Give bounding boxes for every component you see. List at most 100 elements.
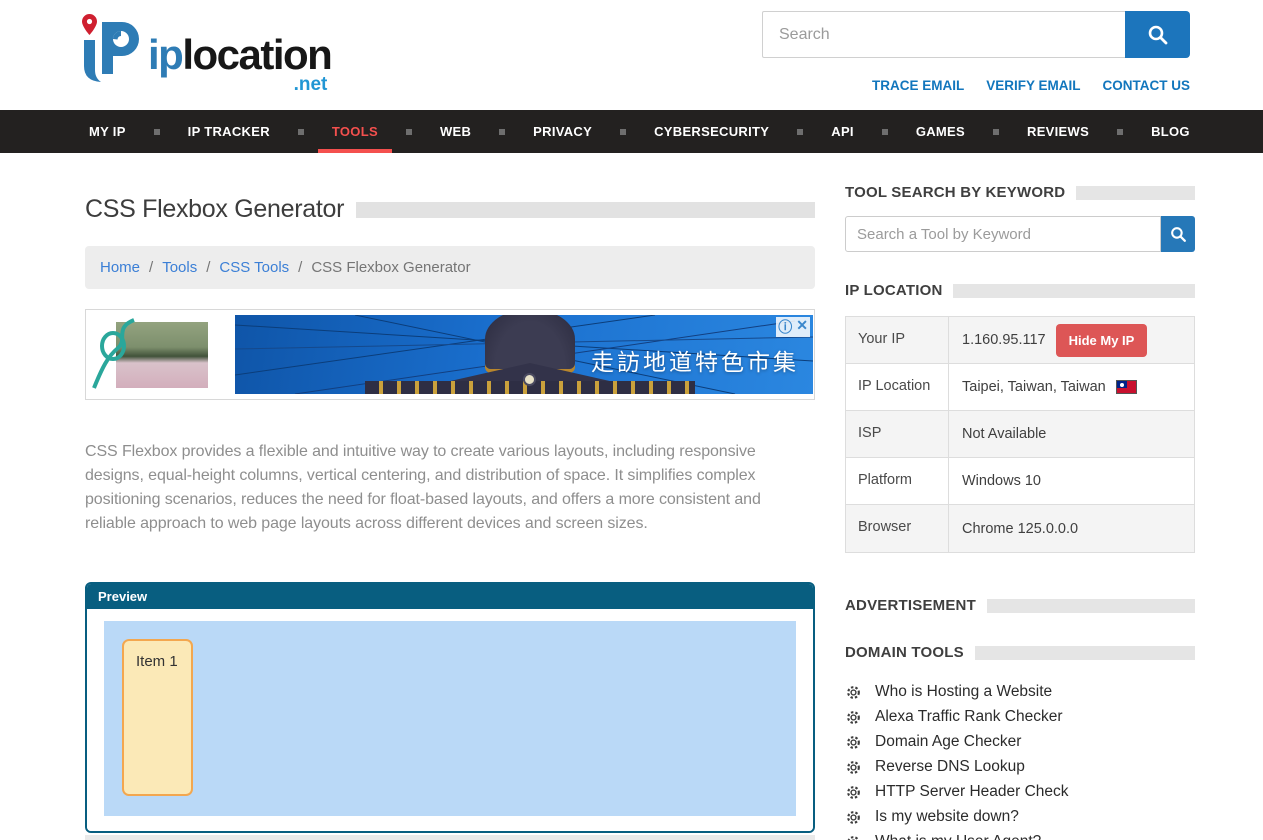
main-content: CSS Flexbox Generator Home / Tools / CSS…	[85, 153, 815, 840]
who-is-hosting-link[interactable]: Who is Hosting a Website	[875, 683, 1052, 701]
gear-icon	[845, 784, 862, 801]
list-item[interactable]: Is my website down?	[845, 808, 1195, 826]
ip-location-heading: IP LOCATION	[845, 282, 1195, 299]
nav-item-my-ip[interactable]: MY IP	[85, 110, 130, 153]
contact-us-link[interactable]: CONTACT US	[1103, 78, 1191, 93]
nav-separator	[406, 129, 412, 135]
table-row: IP Location Taipei, Taiwan, Taiwan	[846, 364, 1194, 411]
breadcrumb: Home / Tools / CSS Tools / CSS Flexbox G…	[85, 246, 815, 289]
breadcrumb-tools-link[interactable]: Tools	[162, 259, 197, 276]
breadcrumb-home-link[interactable]: Home	[100, 259, 140, 276]
preview-panel-body: Item 1	[87, 609, 813, 831]
trace-email-link[interactable]: TRACE EMAIL	[872, 78, 964, 93]
nav-separator	[1117, 129, 1123, 135]
gear-icon	[845, 709, 862, 726]
logo-wordmark: iplocation	[148, 34, 331, 76]
gear-icon	[845, 834, 862, 840]
nav-item-reviews[interactable]: REVIEWS	[1023, 110, 1093, 153]
search-icon	[1169, 225, 1188, 244]
ad-banner[interactable]: 走訪地道特色市集 ⓘ ✕	[85, 309, 815, 400]
ad-info-icon[interactable]: ⓘ	[778, 317, 792, 337]
preview-panel-header: Preview	[87, 584, 813, 609]
taiwan-flag-icon	[1116, 380, 1137, 394]
ad-close-icon[interactable]: ✕	[796, 317, 808, 337]
nav-item-tools[interactable]: TOOLS	[328, 110, 382, 153]
site-search-button[interactable]	[1125, 11, 1190, 58]
nav-separator	[499, 129, 505, 135]
http-header-link[interactable]: HTTP Server Header Check	[875, 783, 1069, 801]
user-agent-link[interactable]: What is my User Agent?	[875, 833, 1041, 840]
domain-age-link[interactable]: Domain Age Checker	[875, 733, 1021, 751]
tool-description: CSS Flexbox provides a flexible and intu…	[85, 440, 795, 536]
platform-value: Windows 10	[962, 473, 1041, 489]
heading-decoration-bar	[987, 599, 1195, 613]
gear-icon	[845, 684, 862, 701]
reverse-dns-link[interactable]: Reverse DNS Lookup	[875, 758, 1025, 776]
list-item[interactable]: Alexa Traffic Rank Checker	[845, 708, 1195, 726]
sidebar: TOOL SEARCH BY KEYWORD IP LOCATION Your …	[845, 153, 1195, 840]
tool-search-button[interactable]	[1161, 216, 1195, 252]
nav-separator	[298, 129, 304, 135]
next-section-peek	[85, 835, 815, 840]
main-nav: MY IP IP TRACKER TOOLS WEB PRIVACY CYBER…	[0, 110, 1263, 153]
verify-email-link[interactable]: VERIFY EMAIL	[986, 78, 1080, 93]
domain-tools-list: Who is Hosting a Website Alexa Traffic R…	[845, 683, 1195, 840]
preview-panel: Preview Item 1	[85, 582, 815, 833]
page-title: CSS Flexbox Generator	[85, 195, 344, 224]
table-row: Your IP 1.160.95.117 Hide My IP	[846, 317, 1194, 364]
table-row: Browser Chrome 125.0.0.0	[846, 505, 1194, 552]
title-decoration-bar	[356, 202, 815, 218]
tool-search-form	[845, 216, 1195, 252]
search-icon	[1146, 23, 1170, 47]
site-search-input[interactable]	[762, 11, 1125, 58]
ad-thumbnail-image	[88, 318, 208, 392]
alexa-rank-link[interactable]: Alexa Traffic Rank Checker	[875, 708, 1063, 726]
gear-icon	[845, 759, 862, 776]
breadcrumb-css-tools-link[interactable]: CSS Tools	[219, 259, 289, 276]
ip-location-value: Taipei, Taiwan, Taiwan	[962, 379, 1106, 395]
ad-badges: ⓘ ✕	[776, 317, 810, 337]
advertisement-heading: ADVERTISEMENT	[845, 597, 1195, 614]
list-item[interactable]: What is my User Agent?	[845, 833, 1195, 840]
table-row: ISP Not Available	[846, 411, 1194, 458]
isp-value: Not Available	[962, 426, 1046, 442]
ad-caption-text: 走訪地道特色市集	[591, 343, 799, 377]
list-item[interactable]: Domain Age Checker	[845, 733, 1195, 751]
your-ip-value: 1.160.95.117	[962, 332, 1046, 348]
list-item[interactable]: HTTP Server Header Check	[845, 783, 1195, 801]
nav-item-cybersecurity[interactable]: CYBERSECURITY	[650, 110, 773, 153]
table-row: Platform Windows 10	[846, 458, 1194, 505]
nav-item-ip-tracker[interactable]: IP TRACKER	[184, 110, 274, 153]
site-header: iplocation .net TRACE EMAIL VERIFY EMAIL…	[0, 0, 1263, 110]
nav-item-blog[interactable]: BLOG	[1147, 110, 1194, 153]
nav-item-api[interactable]: API	[827, 110, 858, 153]
list-item[interactable]: Reverse DNS Lookup	[845, 758, 1195, 776]
tool-search-heading: TOOL SEARCH BY KEYWORD	[845, 184, 1195, 201]
heading-decoration-bar	[953, 284, 1195, 298]
ad-main-image: 走訪地道特色市集 ⓘ ✕	[235, 315, 813, 394]
site-logo[interactable]: iplocation .net	[80, 0, 331, 110]
ad-squiggle-graphic	[88, 318, 208, 392]
browser-value: Chrome 125.0.0.0	[962, 521, 1078, 537]
list-item[interactable]: Who is Hosting a Website	[845, 683, 1195, 701]
gear-icon	[845, 734, 862, 751]
nav-item-web[interactable]: WEB	[436, 110, 475, 153]
tool-search-input[interactable]	[845, 216, 1161, 252]
nav-separator	[620, 129, 626, 135]
site-search-form	[762, 11, 1190, 58]
nav-separator	[797, 129, 803, 135]
nav-item-games[interactable]: GAMES	[912, 110, 969, 153]
website-down-link[interactable]: Is my website down?	[875, 808, 1019, 826]
heading-decoration-bar	[975, 646, 1195, 660]
gear-icon	[845, 809, 862, 826]
hide-my-ip-button[interactable]: Hide My IP	[1056, 324, 1148, 357]
flex-preview-container: Item 1	[104, 621, 796, 816]
nav-separator	[882, 129, 888, 135]
utility-links: TRACE EMAIL VERIFY EMAIL CONTACT US	[872, 78, 1190, 93]
logo-mark-icon	[80, 12, 146, 88]
nav-item-privacy[interactable]: PRIVACY	[529, 110, 596, 153]
domain-tools-heading: DOMAIN TOOLS	[845, 644, 1195, 661]
flex-preview-item-1[interactable]: Item 1	[122, 639, 193, 796]
nav-separator	[154, 129, 160, 135]
breadcrumb-current: CSS Flexbox Generator	[311, 259, 470, 276]
